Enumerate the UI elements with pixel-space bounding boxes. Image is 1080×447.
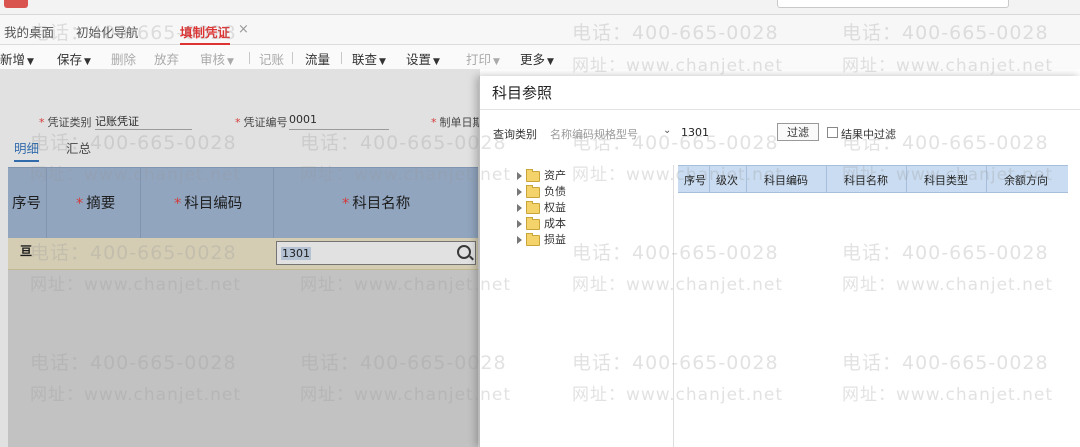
tree-node-equity[interactable]: 权益 [517,199,566,215]
expand-arrow-icon[interactable] [517,172,522,180]
voucher-grid-header: 序号 * 摘要 * 科目编码 * 科目名称 [8,167,478,238]
tree-node-liabilities[interactable]: 负债 [517,183,566,199]
tree-node-assets[interactable]: 资产 [517,167,566,183]
column-divider [746,166,747,192]
column-header-account-name: 科目名称 [844,174,888,187]
expand-arrow-icon[interactable] [517,220,522,228]
column-header-level: 级次 [716,174,738,187]
caret-down-icon: ▼ [493,57,500,67]
column-header-account-name: * 科目名称 [342,196,411,212]
expand-arrow-icon[interactable] [517,204,522,212]
account-table-header: 序号 级次 科目编码 科目名称 科目类型 余额方向 [678,165,1068,193]
voucher-grid-body [8,270,478,447]
tab-detail[interactable]: 明细 [14,138,40,162]
review-button[interactable]: 审核 ▼ [200,49,234,68]
filter-in-result-checkbox[interactable] [827,127,838,138]
column-divider [709,166,710,192]
dialog-title: 科目参照 [492,84,553,102]
discard-button[interactable]: 放弃 [154,49,179,68]
toolbar: 新增 ▼ 保存 ▼ 删除 放弃 审核 ▼ 记账 流量 联查 ▼ 设置 ▼ 打印 ▼ 更多 ▼ [0,45,1080,69]
column-divider [273,168,274,238]
post-button[interactable]: 记账 [259,49,284,68]
column-divider [986,166,987,192]
caret-down-icon: ▼ [84,57,91,67]
global-search-input[interactable] [777,0,1009,8]
expand-arrow-icon[interactable] [517,236,522,244]
chevron-down-icon[interactable]: ⌄ [663,125,671,136]
folder-icon [526,184,540,198]
query-value-input[interactable]: 1301 [681,126,709,139]
flow-button[interactable]: 流量 [305,49,330,68]
column-divider [140,168,141,238]
column-header-account-code: * 科目编码 [174,196,243,212]
column-header-seq: 序号 [684,174,706,187]
search-icon[interactable] [457,245,471,259]
voucher-no-field[interactable]: 0001 [289,113,389,130]
caret-down-icon: ▼ [227,57,234,67]
print-button[interactable]: 打印 ▼ [466,49,500,68]
watermark-phone: 电话：400-665-0028 [300,132,507,154]
expand-arrow-icon[interactable] [517,188,522,196]
voucher-no-label: * 凭证编号 [235,116,288,129]
table-row[interactable]: 亘 1301 [8,238,478,270]
column-header-summary: * 摘要 [76,196,116,212]
caret-down-icon: ▼ [27,57,34,67]
account-tree: 资产 负债 权益 成本 损益 [493,165,674,447]
account-name-value: 1301 [281,247,311,260]
delete-button[interactable]: 删除 [111,49,136,68]
column-header-account-code: 科目编码 [764,174,808,187]
toolbar-divider [341,52,342,64]
tab-summary[interactable]: 汇总 [66,138,91,157]
close-icon[interactable]: × [238,22,249,37]
caret-down-icon: ▼ [433,57,440,67]
column-header-account-type: 科目类型 [924,174,968,187]
filter-in-result-label: 结果中过滤 [841,128,896,141]
dialog-divider [480,109,1080,110]
folder-icon [526,200,540,214]
save-button[interactable]: 保存 ▼ [57,49,91,68]
tab-init-guide[interactable]: 初始化导航 [76,22,139,41]
filter-button[interactable]: 过滤 [777,123,819,141]
tab-voucher-entry[interactable]: 填制凭证 [180,22,231,45]
linked-query-button[interactable]: 联查 ▼ [352,49,386,68]
folder-icon [526,216,540,230]
voucher-type-label: * 凭证类别 [39,116,92,129]
toolbar-divider [292,52,293,64]
more-button[interactable]: 更多 ▼ [520,49,554,68]
voucher-type-field[interactable]: 记账凭证 [95,113,192,130]
app-logo-icon [4,0,28,8]
caret-down-icon: ▼ [547,57,554,67]
window-top-strip [0,0,1080,15]
column-divider [46,168,47,238]
watermark-phone: 电话：400-665-0028 [30,132,237,154]
tree-node-profit-loss[interactable]: 损益 [517,231,566,247]
account-name-input[interactable]: 1301 [276,241,476,265]
row-menu-icon[interactable]: 亘 [20,245,32,257]
settings-button[interactable]: 设置 ▼ [406,49,440,68]
column-header-balance-direction: 余额方向 [1004,174,1048,187]
voucher-date-label: * 制单日期 [431,116,484,129]
query-category-select[interactable]: 名称编码规格型号 [550,126,638,142]
query-category-label: 查询类别 [493,128,537,141]
tree-node-cost[interactable]: 成本 [517,215,566,231]
caret-down-icon: ▼ [379,57,386,67]
folder-icon [526,168,540,182]
folder-icon [526,232,540,246]
column-header-seq: 序号 [12,196,41,212]
account-reference-dialog: 科目参照 查询类别 名称编码规格型号 ⌄ 1301 过滤 结果中过滤 资产 负债… [479,76,1080,447]
column-divider [826,166,827,192]
column-divider [906,166,907,192]
page-tabs: 我的桌面 初始化导航 填制凭证 × [0,15,1080,45]
tab-desktop[interactable]: 我的桌面 [4,22,54,41]
new-button[interactable]: 新增 ▼ [0,49,34,68]
toolbar-divider [249,52,250,64]
